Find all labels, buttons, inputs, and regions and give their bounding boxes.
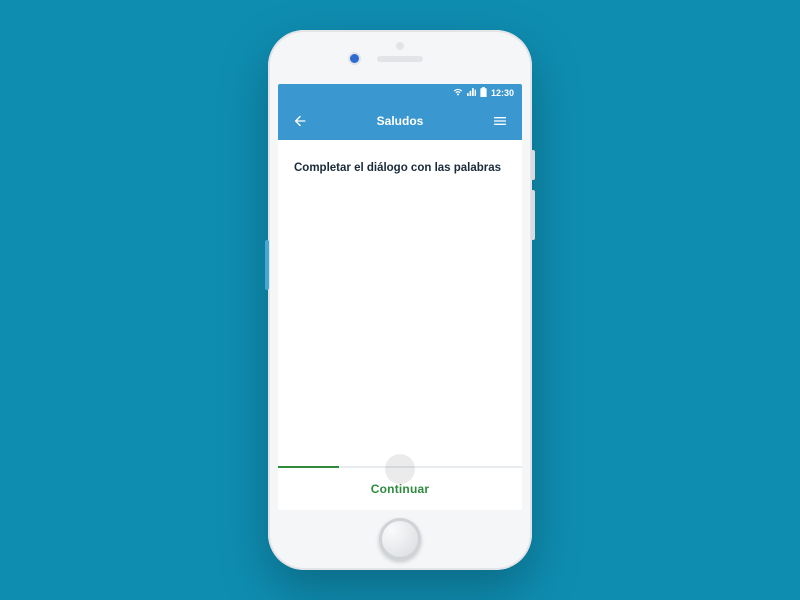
battery-icon: [480, 87, 487, 99]
status-bar: 12:30: [278, 84, 522, 102]
arrow-left-icon: [292, 113, 308, 129]
app-bar: Saludos: [278, 102, 522, 140]
status-time: 12:30: [491, 88, 514, 98]
instruction-text: Completar el diálogo con las palabras: [294, 162, 506, 174]
speaker-grille: [377, 56, 423, 62]
side-button-1: [531, 150, 535, 180]
sensor-dot: [396, 42, 404, 50]
front-camera: [350, 54, 359, 63]
wifi-icon: [453, 88, 463, 98]
menu-button[interactable]: [490, 111, 510, 131]
phone-frame: 12:30 Saludos Completar el diálogo con l…: [268, 30, 532, 570]
signal-icon: [467, 88, 476, 98]
screen: 12:30 Saludos Completar el diálogo con l…: [278, 84, 522, 510]
side-button-2: [531, 190, 535, 240]
content-area: Completar el diálogo con las palabras: [278, 140, 522, 466]
footer: Continuar: [278, 468, 522, 510]
continue-button[interactable]: Continuar: [371, 482, 429, 496]
hamburger-icon: [492, 113, 508, 129]
volume-button: [265, 240, 269, 290]
app-bar-title: Saludos: [310, 114, 490, 128]
home-button[interactable]: [379, 518, 421, 560]
back-button[interactable]: [290, 111, 310, 131]
